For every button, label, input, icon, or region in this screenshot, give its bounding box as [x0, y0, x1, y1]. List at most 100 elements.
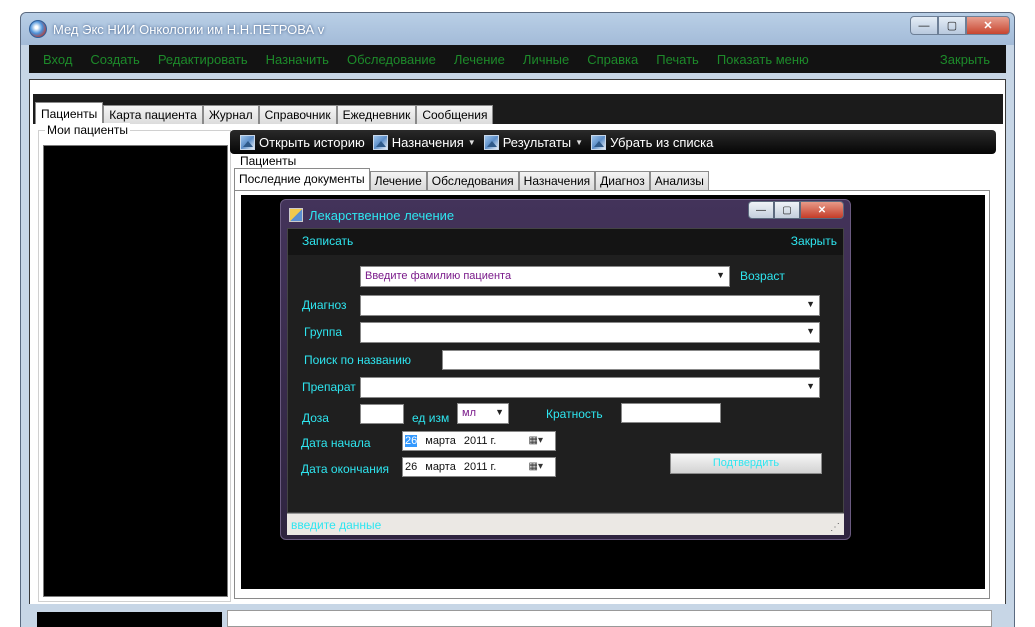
open-history-label: Открыть историю [259, 134, 365, 150]
tab-analyses[interactable]: Анализы [649, 171, 709, 190]
minimize-button[interactable]: — [910, 16, 938, 35]
frequency-label: Кратность [546, 407, 603, 421]
dialog-title: Лекарственное лечение [309, 208, 455, 223]
menu-help[interactable]: Справка [587, 52, 638, 67]
dialog-menu: Записать Закрыть [288, 229, 843, 255]
patient-sub-tabs: Последние документы Лечение Обследования… [234, 168, 709, 190]
remove-from-list-button[interactable]: Убрать из списка [591, 134, 713, 150]
dialog-maximize-button[interactable]: ▢ [774, 201, 800, 219]
patient-toolbar: Открыть историю Назначения ▼ Результаты … [230, 130, 996, 154]
menu-edit[interactable]: Редактировать [158, 52, 248, 67]
start-day: 26 [405, 435, 418, 447]
diagnosis-combo[interactable]: ▼ [360, 295, 820, 316]
calendar-icon: ▦▾ [528, 461, 543, 472]
menu-bar: Вход Создать Редактировать Назначить Обс… [29, 45, 1006, 73]
resize-grip-icon[interactable]: ⋰ [830, 522, 840, 533]
open-history-button[interactable]: Открыть историю [240, 134, 365, 150]
start-date-picker[interactable]: 26 марта 2011 г. ▦▾ [402, 431, 556, 451]
end-date-picker[interactable]: 26 марта 2011 г. ▦▾ [402, 457, 556, 477]
tab-patients[interactable]: Пациенты [35, 102, 104, 124]
end-day: 26 [405, 461, 418, 473]
dialog-close-menu[interactable]: Закрыть [791, 234, 837, 248]
tab-assignments[interactable]: Назначения [518, 171, 596, 190]
picture-icon [240, 134, 255, 150]
patients-section-label: Пациенты [238, 154, 299, 168]
chevron-down-icon: ▼ [467, 137, 476, 147]
form-icon [289, 208, 303, 222]
tab-diagnosis[interactable]: Диагноз [595, 171, 650, 190]
background-panel [227, 610, 992, 627]
app-logo-icon [29, 20, 47, 38]
picture-icon [483, 134, 499, 150]
diagnosis-label: Диагноз [302, 298, 347, 312]
main-tabs: Пациенты Карта пациента Журнал Справочни… [33, 94, 1003, 124]
drug-combo[interactable]: ▼ [360, 377, 820, 398]
chevron-down-icon: ▼ [806, 381, 815, 391]
results-label: Результаты [502, 134, 572, 150]
search-label: Поиск по названию [304, 353, 412, 367]
age-label: Возраст [740, 269, 785, 283]
menu-personal[interactable]: Личные [523, 52, 569, 67]
chevron-down-icon: ▼ [495, 407, 504, 417]
tab-patient-card[interactable]: Карта пациента [103, 105, 203, 124]
status-text: введите данные [291, 518, 382, 532]
end-date-label: Дата окончания [301, 462, 390, 476]
patient-combo-text: Введите фамилию пациента [365, 270, 512, 282]
picture-icon [591, 134, 607, 150]
tab-recent-documents[interactable]: Последние документы [234, 168, 370, 190]
window-controls: — ▢ ✕ [910, 16, 1010, 35]
tab-examinations[interactable]: Обследования [426, 171, 519, 190]
tab-journal[interactable]: Журнал [202, 105, 259, 124]
dialog-minimize-button[interactable]: — [748, 201, 774, 219]
group-combo[interactable]: ▼ [360, 322, 820, 343]
menu-create[interactable]: Создать [90, 52, 139, 67]
frequency-input[interactable] [621, 403, 721, 423]
dose-input[interactable] [360, 404, 404, 424]
maximize-button[interactable]: ▢ [938, 16, 966, 35]
chevron-down-icon: ▼ [575, 137, 584, 147]
tab-diary[interactable]: Ежедневник [336, 105, 417, 124]
tab-messages[interactable]: Сообщения [416, 105, 494, 124]
patient-combo[interactable]: Введите фамилию пациента ▼ [360, 266, 730, 287]
chevron-down-icon: ▼ [806, 326, 815, 336]
group-label: Группа [304, 325, 343, 339]
menu-treatment[interactable]: Лечение [454, 52, 505, 67]
assignments-label: Назначения [391, 134, 464, 150]
menu-login[interactable]: Вход [43, 52, 72, 67]
drug-label: Препарат [302, 380, 356, 394]
background-list [37, 612, 222, 627]
unit-combo[interactable]: мл ▼ [457, 403, 509, 424]
patients-list[interactable] [43, 145, 228, 597]
dialog-close-button[interactable]: ✕ [800, 201, 844, 219]
app-title: Мед Экс НИИ Онкологии им Н.Н.ПЕТРОВА v [53, 22, 325, 37]
search-by-name-input[interactable] [442, 350, 820, 370]
confirm-button[interactable]: Подтвердить [670, 453, 822, 474]
dialog-body: Записать Закрыть Введите фамилию пациент… [287, 228, 844, 513]
title-bar[interactable]: Мед Экс НИИ Онкологии им Н.Н.ПЕТРОВА v —… [21, 13, 1014, 45]
menu-close[interactable]: Закрыть [940, 52, 990, 67]
my-patients-group: Мои пациенты [38, 123, 231, 602]
menu-assign[interactable]: Назначить [266, 52, 329, 67]
tab-treatment[interactable]: Лечение [369, 171, 427, 190]
dialog-status-bar: введите данные ⋰ [287, 513, 844, 535]
end-month: марта [425, 461, 456, 473]
dose-label: Доза [302, 411, 329, 425]
tab-reference[interactable]: Справочник [258, 105, 337, 124]
my-patients-label: Мои пациенты [45, 123, 131, 137]
start-year: 2011 г. [463, 435, 497, 447]
save-button[interactable]: Записать [302, 234, 353, 248]
background-window-strip [20, 604, 1015, 627]
menu-print[interactable]: Печать [656, 52, 699, 67]
close-window-button[interactable]: ✕ [966, 16, 1010, 35]
results-dropdown[interactable]: Результаты ▼ [483, 134, 584, 150]
dialog-window-controls: — ▢ ✕ [748, 201, 844, 219]
assignments-dropdown[interactable]: Назначения ▼ [372, 134, 476, 150]
start-date-label: Дата начала [301, 436, 371, 450]
calendar-icon: ▦▾ [528, 435, 543, 446]
menu-show-menu[interactable]: Показать меню [717, 52, 809, 67]
chevron-down-icon: ▼ [716, 270, 725, 280]
drug-treatment-dialog: Лекарственное лечение — ▢ ✕ Записать Зак… [280, 199, 851, 540]
dialog-title-bar[interactable]: Лекарственное лечение — ▢ ✕ [281, 200, 850, 230]
menu-examination[interactable]: Обследование [347, 52, 436, 67]
picture-icon [372, 134, 388, 150]
